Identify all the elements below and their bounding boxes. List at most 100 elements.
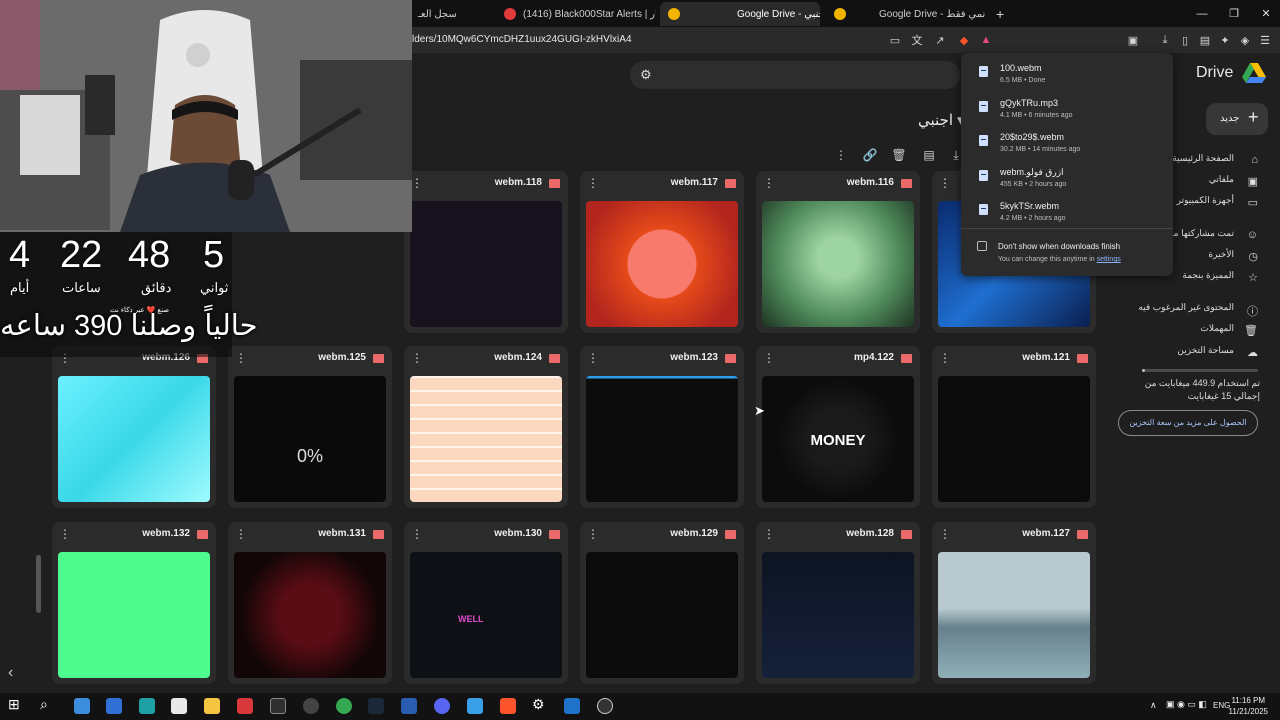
more-options-icon[interactable]: ⋮ xyxy=(235,527,247,541)
file-thumbnail[interactable]: WELL xyxy=(410,552,562,678)
file-thumbnail[interactable] xyxy=(234,552,386,678)
search-filter-bar[interactable]: ⚙ xyxy=(630,61,960,89)
more-options-icon[interactable]: ⋮ xyxy=(411,176,423,190)
file-card[interactable]: ⋮ webm.125 0% xyxy=(228,346,392,508)
file-thumbnail[interactable]: MONEY xyxy=(762,376,914,502)
downloads-icon[interactable]: ⤓ xyxy=(1158,33,1172,47)
more-options-icon[interactable]: ⋮ xyxy=(587,176,599,190)
file-thumbnail[interactable] xyxy=(410,201,562,327)
file-card[interactable]: ⋮ webm.117 xyxy=(580,171,744,333)
folder-title[interactable]: اجنبي ▾ xyxy=(918,111,965,129)
app-blue-icon[interactable] xyxy=(467,698,483,714)
file-card[interactable]: ⋮ webm.132 xyxy=(52,522,216,684)
search-icon[interactable]: ⌕ xyxy=(40,696,56,712)
translate-icon[interactable]: 文 xyxy=(910,33,924,47)
download-item[interactable]: 100.webm 6.5 MB • Done xyxy=(961,61,1173,95)
brave-shield-icon[interactable]: ◆ xyxy=(957,33,971,47)
menu-icon[interactable]: ☰ xyxy=(1258,33,1272,47)
get-storage-button[interactable]: الحصول على مزيد من سعة التخزين xyxy=(1118,410,1258,436)
wallet-icon[interactable]: ▤ xyxy=(1198,33,1212,47)
file-thumbnail[interactable] xyxy=(762,552,914,678)
more-options-icon[interactable]: ⋮ xyxy=(411,351,423,365)
stream-app-icon[interactable] xyxy=(564,698,580,714)
file-card[interactable]: ⋮ webm.131 xyxy=(228,522,392,684)
file-thumbnail[interactable] xyxy=(58,376,210,502)
file-card[interactable]: ⋮ webm.128 xyxy=(756,522,920,684)
sidebar-icon[interactable]: ▯ xyxy=(1178,33,1192,47)
file-thumbnail[interactable] xyxy=(58,552,210,678)
sidebar-item[interactable]: المهملات 🗑 xyxy=(1120,323,1260,341)
restore-icon[interactable]: ❐ xyxy=(1218,0,1250,27)
copilot-icon[interactable] xyxy=(74,698,90,714)
tab-history[interactable]: سجل العـ xyxy=(410,2,490,26)
tray-chevron-icon[interactable]: ∧ xyxy=(1150,700,1157,711)
more-options-icon[interactable]: ⋮ xyxy=(763,176,775,190)
more-options-icon[interactable]: ⋮ xyxy=(763,351,775,365)
tab-search-icon[interactable]: ▣ xyxy=(1126,33,1140,47)
dont-show-checkbox[interactable] xyxy=(977,241,987,251)
file-explorer-icon[interactable] xyxy=(204,698,220,714)
clock[interactable]: 11:16 PM 11/21/2025 xyxy=(1229,695,1268,717)
delete-icon[interactable]: 🗑 xyxy=(891,147,907,163)
edge-icon[interactable] xyxy=(139,698,155,714)
url-field[interactable]: lders/10MQw6CYmcDHZ1uux24GUGI-zkHVlxiA4 xyxy=(412,34,632,45)
shield-icon[interactable] xyxy=(401,698,417,714)
file-thumbnail[interactable] xyxy=(586,201,738,327)
link-icon[interactable]: 🔗 xyxy=(862,147,878,163)
start-icon[interactable]: ⊞ xyxy=(8,696,24,712)
move-icon[interactable]: ▤ xyxy=(921,147,937,163)
obs-icon[interactable] xyxy=(303,698,319,714)
media-player-icon[interactable] xyxy=(597,698,613,714)
more-options-icon[interactable]: ⋮ xyxy=(763,527,775,541)
tab-drive-active[interactable]: Google Drive - اجنبي ✕ xyxy=(660,2,820,26)
leo-icon[interactable]: ✦ xyxy=(1218,33,1232,47)
tab-alerts[interactable]: (1416) Black000Star Alerts | ملاك ستار xyxy=(496,2,656,26)
download-item[interactable]: 20$to29$.webm 30.2 MB • 14 minutes ago xyxy=(961,130,1173,164)
scrollbar[interactable] xyxy=(36,555,41,613)
minimize-icon[interactable]: — xyxy=(1186,0,1218,27)
share-icon[interactable]: ↗ xyxy=(933,33,947,47)
file-card[interactable]: ⋮ webm.129 xyxy=(580,522,744,684)
file-thumbnail[interactable] xyxy=(938,376,1090,502)
more-options-icon[interactable]: ⋮ xyxy=(587,527,599,541)
file-card[interactable]: ⋮ webm.124 xyxy=(404,346,568,508)
drive-logo[interactable]: Drive xyxy=(1196,63,1266,83)
sidebar-item[interactable]: مساحة التخزين ☁ xyxy=(1120,345,1260,363)
tab-drive-anime[interactable]: Google Drive - البزنات انمي فقط ✕ xyxy=(826,2,986,26)
more-actions-icon[interactable]: ⋮ xyxy=(833,147,849,163)
more-options-icon[interactable]: ⋮ xyxy=(411,527,423,541)
outlook-icon[interactable] xyxy=(106,698,122,714)
file-thumbnail[interactable] xyxy=(586,552,738,678)
file-thumbnail[interactable] xyxy=(938,552,1090,678)
settings-link[interactable]: settings xyxy=(1097,256,1121,263)
close-window-icon[interactable]: ✕ xyxy=(1250,0,1280,27)
download-item[interactable]: webm.ازرق فولو 455 KB • 2 hours ago xyxy=(961,165,1173,199)
file-card[interactable]: ⋮ webm.118 xyxy=(404,171,568,333)
file-card[interactable]: ⋮ webm.130 WELL xyxy=(404,522,568,684)
vpn-icon[interactable]: ◈ xyxy=(1238,33,1252,47)
file-card[interactable]: ⋮ webm.121 xyxy=(932,346,1096,508)
file-thumbnail[interactable] xyxy=(410,376,562,502)
wps-icon[interactable] xyxy=(237,698,253,714)
tray-icons[interactable]: ▣ ◉ ▭ ◧ xyxy=(1166,699,1207,710)
new-button[interactable]: جديد + xyxy=(1206,103,1268,135)
cast-icon[interactable]: ▭ xyxy=(888,33,902,47)
brave-icon[interactable] xyxy=(500,698,516,714)
discord-icon[interactable] xyxy=(434,698,450,714)
app-icon[interactable] xyxy=(270,698,286,714)
more-options-icon[interactable]: ⋮ xyxy=(587,351,599,365)
file-thumbnail[interactable] xyxy=(762,201,914,327)
file-card[interactable]: ⋮ webm.116 xyxy=(756,171,920,333)
filter-icon[interactable]: ⚙ xyxy=(640,67,652,83)
file-card[interactable]: ⋮ webm.126 xyxy=(52,346,216,508)
file-thumbnail[interactable] xyxy=(586,376,738,502)
sidebar-item[interactable]: المحتوى غير المرغوب فيه ⓘ xyxy=(1120,302,1260,320)
chrome-icon[interactable] xyxy=(336,698,352,714)
settings-gear-icon[interactable]: ⚙ xyxy=(532,696,548,712)
new-tab-button[interactable]: + xyxy=(988,2,1008,26)
more-options-icon[interactable]: ⋮ xyxy=(235,351,247,365)
store-icon[interactable] xyxy=(171,698,187,714)
file-card[interactable]: ⋮ webm.127 xyxy=(932,522,1096,684)
file-card[interactable]: ⋮ webm.123 xyxy=(580,346,744,508)
more-options-icon[interactable]: ⋮ xyxy=(939,176,951,190)
